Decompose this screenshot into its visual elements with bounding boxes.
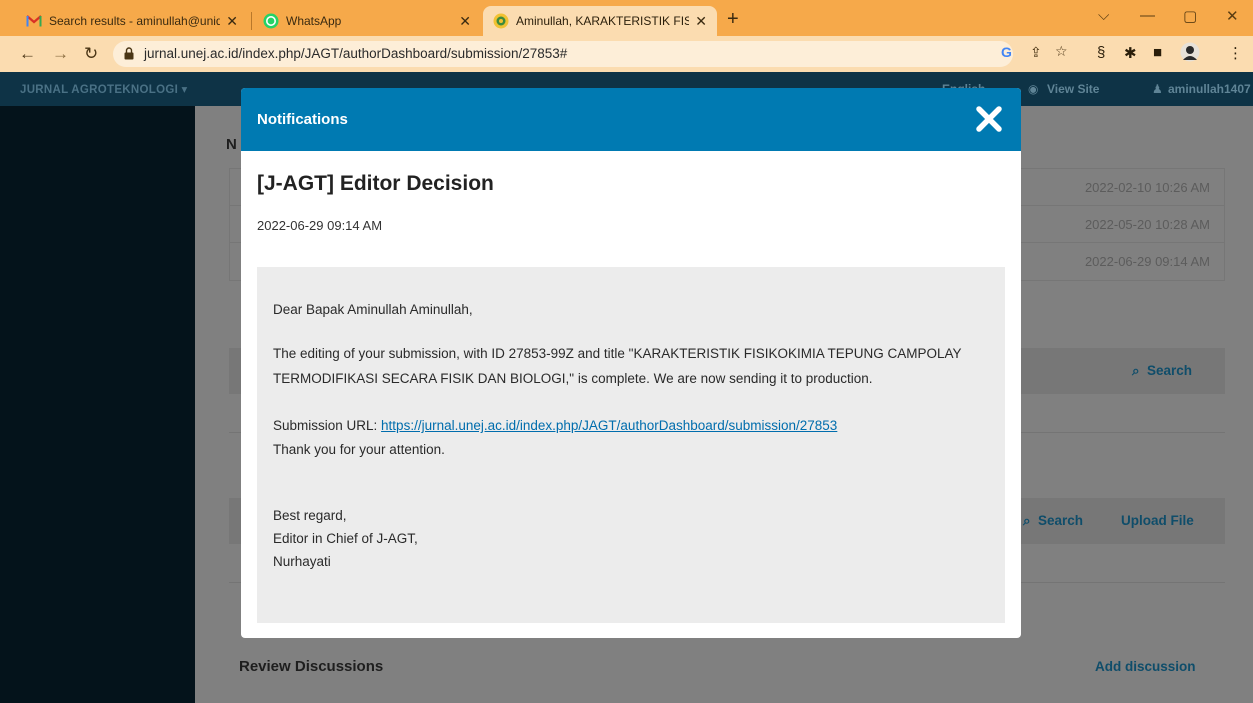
forward-icon[interactable]: → — [52, 44, 69, 64]
modal-title: Notifications — [257, 111, 348, 128]
tab-gmail[interactable]: Search results - aminullah@unid ✕ — [16, 6, 248, 36]
add-discussion-link[interactable]: Add discussion — [1095, 659, 1196, 674]
email-body: Dear Bapak Aminullah Aminullah, The edit… — [257, 267, 1005, 623]
notification-timestamp: 2022-05-20 10:28 AM — [1084, 217, 1210, 232]
tab-search-icon[interactable]: ⌵ — [1098, 7, 1109, 24]
journal-brand-menu[interactable]: JURNAL AGROTEKNOLOGI ▾ — [20, 82, 188, 96]
tab-title: Aminullah, KARAKTERISTIK FISIK — [516, 14, 690, 28]
restore-icon[interactable]: ▢ — [1183, 7, 1197, 25]
google-translate-icon[interactable]: G — [1001, 44, 1012, 60]
reload-icon[interactable]: ↻ — [84, 44, 98, 64]
tab-divider — [251, 12, 252, 30]
close-window-icon[interactable]: ✕ — [1226, 7, 1239, 25]
view-site-link[interactable]: View Site — [1047, 82, 1099, 96]
browser-tabstrip: Search results - aminullah@unid ✕ WhatsA… — [0, 0, 1253, 36]
lock-icon — [124, 47, 134, 65]
browser-menu-icon[interactable]: ⋮ — [1228, 44, 1243, 62]
notification-timestamp: 2022-06-29 09:14 AM — [1084, 254, 1210, 269]
email-signature-role: Editor in Chief of J-AGT, — [273, 531, 418, 546]
extension-icon[interactable]: § — [1097, 44, 1105, 61]
email-date: 2022-06-29 09:14 AM — [257, 218, 383, 233]
address-bar[interactable]: jurnal.unej.ac.id/index.php/JAGT/authorD… — [113, 41, 1013, 67]
tab-journal[interactable]: Aminullah, KARAKTERISTIK FISIK ✕ — [483, 6, 717, 36]
back-icon[interactable]: ← — [19, 44, 36, 64]
side-panel-icon[interactable]: ■ — [1153, 44, 1162, 61]
email-thanks: Thank you for your attention. — [273, 442, 445, 457]
search-icon[interactable]: ⌕ — [1023, 513, 1031, 529]
email-paragraph-line: TERMODIFIKASI SECARA FISIK DAN BIOLOGI,"… — [273, 371, 873, 386]
close-icon[interactable] — [974, 104, 1004, 134]
url-text: jurnal.unej.ac.id/index.php/JAGT/authorD… — [144, 46, 568, 61]
notifications-heading: N — [226, 136, 237, 153]
tab-title: WhatsApp — [286, 14, 342, 28]
user-icon: ♟ — [1152, 82, 1163, 96]
modal-header: Notifications — [241, 88, 1021, 151]
email-subject: [J-AGT] Editor Decision — [257, 172, 494, 195]
extensions-puzzle-icon[interactable]: ✱ — [1124, 44, 1137, 62]
search-icon[interactable]: ⌕ — [1132, 363, 1140, 379]
email-paragraph-line: The editing of your submission, with ID … — [273, 346, 962, 361]
notification-modal: Notifications [J-AGT] Editor Decision 20… — [241, 88, 1021, 638]
email-greeting: Dear Bapak Aminullah Aminullah, — [273, 302, 473, 317]
notification-timestamp: 2022-02-10 10:26 AM — [1084, 180, 1210, 195]
email-signature-name: Nurhayati — [273, 554, 331, 569]
whatsapp-icon — [263, 13, 279, 29]
new-tab-button[interactable]: + — [727, 9, 739, 29]
journal-favicon — [493, 13, 509, 29]
close-tab-icon[interactable]: ✕ — [695, 13, 707, 30]
gmail-icon — [26, 13, 42, 29]
submission-url-link[interactable]: https://jurnal.unej.ac.id/index.php/JAGT… — [381, 418, 837, 433]
minimize-icon[interactable]: — — [1140, 7, 1155, 24]
browser-toolbar: ← → ↻ jurnal.unej.ac.id/index.php/JAGT/a… — [0, 36, 1253, 72]
eye-icon: ◉ — [1028, 82, 1039, 96]
close-tab-icon[interactable]: ✕ — [226, 13, 238, 30]
tab-whatsapp[interactable]: WhatsApp ✕ — [253, 6, 481, 36]
submission-url-line: Submission URL: https://jurnal.unej.ac.i… — [273, 415, 837, 438]
sidebar — [0, 106, 195, 703]
search-link[interactable]: Search — [1147, 363, 1192, 378]
submission-url-label: Submission URL: — [273, 418, 382, 433]
profile-avatar[interactable] — [1180, 42, 1200, 66]
close-tab-icon[interactable]: ✕ — [459, 13, 471, 30]
share-icon[interactable]: ⇪ — [1030, 44, 1042, 61]
bookmark-star-icon[interactable]: ☆ — [1055, 43, 1068, 60]
email-closing: Best regard, — [273, 508, 347, 523]
upload-file-link[interactable]: Upload File — [1121, 513, 1194, 528]
review-discussions-title: Review Discussions — [239, 658, 384, 675]
username-menu[interactable]: aminullah1407 — [1168, 82, 1251, 96]
search-files-link[interactable]: Search — [1038, 513, 1083, 528]
tab-title: Search results - aminullah@unid — [49, 14, 221, 28]
